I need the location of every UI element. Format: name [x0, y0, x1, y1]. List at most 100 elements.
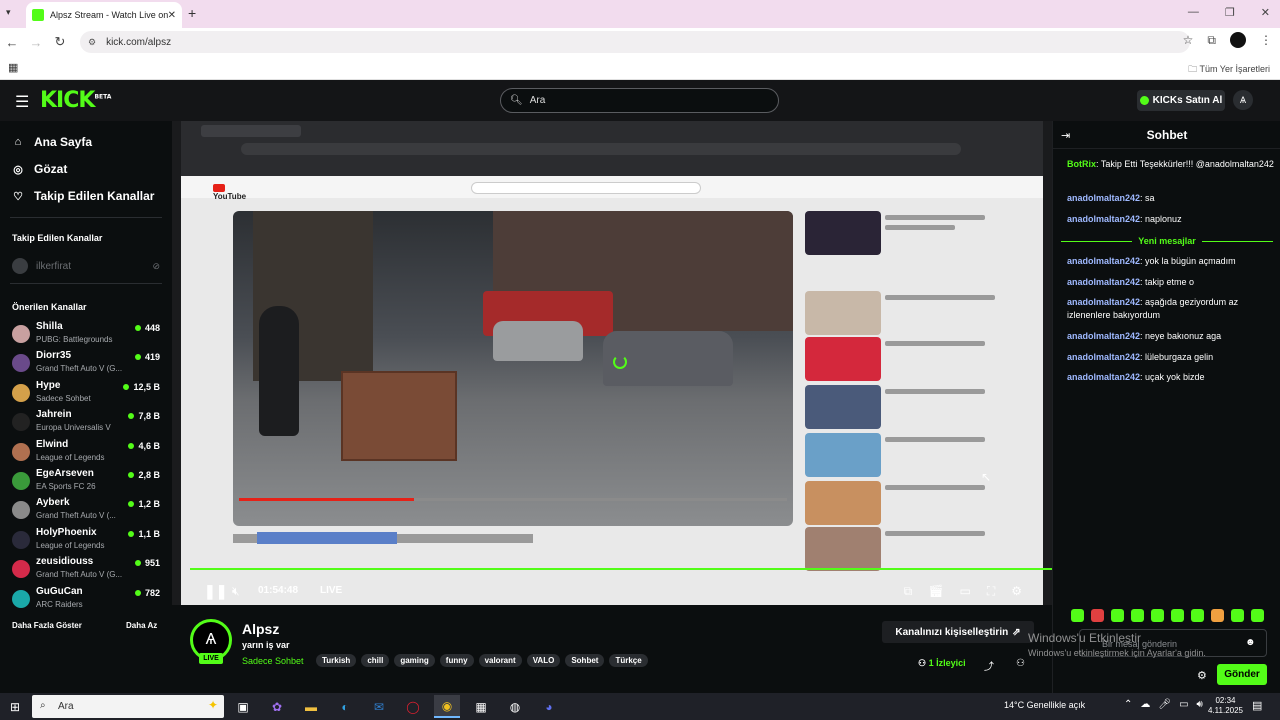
microphone-icon[interactable]: 🎤︎	[1158, 699, 1171, 710]
chat-settings-icon[interactable]: ⚙	[1197, 669, 1207, 682]
emote-icon[interactable]	[1251, 609, 1264, 622]
picture-in-picture-icon[interactable]: ⧉	[904, 584, 913, 599]
back-icon[interactable]: ←	[0, 35, 24, 50]
windows-start-icon[interactable]: ⊞	[10, 700, 20, 714]
stream-tag[interactable]: Sohbet	[565, 654, 605, 667]
emote-icon[interactable]	[1231, 609, 1244, 622]
send-button[interactable]: Gönder	[1217, 664, 1267, 685]
weather-widget[interactable]: 14°C Genellikle açık	[1004, 700, 1085, 710]
notification-icon[interactable]: ▤	[1252, 699, 1262, 712]
recommended-channel[interactable]: EgeArseven EA Sports FC 26 2,8 B	[12, 468, 160, 496]
chat-username[interactable]: BotRix	[1067, 159, 1096, 169]
emote-icon[interactable]	[1111, 609, 1124, 622]
user-avatar[interactable]: Ѧ	[1233, 90, 1253, 110]
discord-icon[interactable]: ◕	[536, 695, 562, 718]
obs-icon[interactable]: ◍	[502, 695, 528, 718]
emote-icon[interactable]	[1071, 609, 1084, 622]
channel-name[interactable]: Alpsz	[242, 621, 279, 637]
pause-icon[interactable]: ❚❚	[204, 583, 227, 600]
opera-icon[interactable]: ◯	[400, 695, 426, 718]
emote-icon[interactable]	[1191, 609, 1204, 622]
close-window-icon[interactable]: ✕	[1261, 6, 1270, 19]
extensions-icon[interactable]: ⧉	[1207, 33, 1216, 48]
emote-icon[interactable]	[1151, 609, 1164, 622]
cloud-icon[interactable]: ☁	[1140, 699, 1150, 710]
chrome-icon[interactable]: ◉	[434, 695, 460, 718]
new-tab-icon[interactable]: +	[188, 5, 196, 21]
nav-home[interactable]: ⌂ Ana Sayfa	[12, 135, 92, 149]
clip-icon[interactable]: 🎬︎	[928, 584, 943, 599]
copilot-icon[interactable]: ✿	[264, 695, 290, 718]
show-more-button[interactable]: Daha Fazla Göster	[12, 621, 82, 630]
stream-tag[interactable]: funny	[439, 654, 474, 667]
recommended-channel[interactable]: Elwind League of Legends 4,6 B	[12, 439, 160, 467]
taskbar-search[interactable]: ⌕ Ara ✦	[32, 695, 224, 718]
reload-icon[interactable]: ↻	[48, 34, 72, 50]
browser-tab[interactable]: Alpsz Stream - Watch Live on Ki ✕	[26, 2, 182, 28]
chat-username[interactable]: anadolmaltan242	[1067, 277, 1140, 287]
chat-username[interactable]: anadolmaltan242	[1067, 372, 1140, 382]
nav-browse[interactable]: ◎ Gözat	[12, 162, 67, 176]
network-icon[interactable]: ▭	[1179, 699, 1188, 710]
bookmark-star-icon[interactable]: ☆	[1183, 33, 1194, 47]
search-input[interactable]: 🔍︎ Ara	[500, 88, 779, 113]
chat-username[interactable]: anadolmaltan242	[1067, 331, 1140, 341]
emote-icon[interactable]	[1171, 609, 1184, 622]
emote-icon[interactable]	[1211, 609, 1224, 622]
chat-username[interactable]: anadolmaltan242	[1067, 214, 1140, 224]
theater-mode-icon[interactable]: ▭	[959, 584, 970, 599]
emote-icon[interactable]	[1091, 609, 1104, 622]
follow-user-icon[interactable]: ⚇	[1016, 658, 1025, 669]
store-icon[interactable]: ▦	[468, 695, 494, 718]
all-bookmarks-link[interactable]: 🗀 Tüm Yer İşaretleri	[1188, 62, 1270, 78]
recommended-channel[interactable]: HolyPhoenix League of Legends 1,1 B	[12, 527, 160, 555]
followed-channel[interactable]: ilkerfirat ⊘	[12, 258, 160, 274]
apps-grid-icon[interactable]: ▦	[8, 61, 18, 74]
stream-tag[interactable]: Türkçe	[609, 654, 648, 667]
chat-username[interactable]: anadolmaltan242	[1067, 352, 1140, 362]
kick-logo[interactable]: KICKBETA	[40, 88, 111, 113]
recommended-channel[interactable]: Diorr35 Grand Theft Auto V (G... 419	[12, 350, 160, 378]
recommended-channel[interactable]: Shilla PUBG: Battlegrounds 448	[12, 321, 160, 349]
menu-hamburger-icon[interactable]: ☰	[15, 92, 29, 112]
close-tab-icon[interactable]: ✕	[168, 10, 176, 21]
chat-username[interactable]: anadolmaltan242	[1067, 193, 1140, 203]
video-player[interactable]: YouTube	[172, 121, 1052, 605]
share-icon[interactable]: ⤴	[984, 658, 994, 673]
buy-kicks-button[interactable]: KICKs Satın Al	[1137, 90, 1225, 111]
forward-icon[interactable]: →	[24, 35, 48, 50]
mail-icon[interactable]: ✉	[366, 695, 392, 718]
recommended-channel[interactable]: Jahrein Europa Universalis V 7,8 B	[12, 409, 160, 437]
browser-menu-icon[interactable]: ⋮	[1260, 33, 1272, 47]
recommended-channel[interactable]: GuGuCan ARC Raiders 782	[12, 586, 160, 614]
taskbar-clock[interactable]: 02:34 4.11.2025	[1208, 696, 1243, 716]
tab-list-chevron-icon[interactable]: ▾	[6, 7, 11, 18]
site-info-icon[interactable]: ⚙	[88, 37, 96, 48]
emoji-picker-icon[interactable]: ☻	[1245, 637, 1256, 648]
customize-channel-button[interactable]: Kanalınızı kişiselleştirin ⇗	[882, 621, 1034, 643]
stream-tag[interactable]: gaming	[394, 654, 435, 667]
recommended-channel[interactable]: Hype Sadece Sohbet 12,5 B	[12, 380, 160, 408]
fullscreen-icon[interactable]: ⛶	[987, 584, 995, 599]
stream-tag[interactable]: Turkish	[316, 654, 357, 667]
tray-overflow-icon[interactable]: ⌃	[1124, 699, 1132, 710]
minimize-icon[interactable]: —	[1188, 6, 1199, 19]
recommended-channel[interactable]: zeusidiouss Grand Theft Auto V (G... 951	[12, 556, 160, 584]
emote-icon[interactable]	[1131, 609, 1144, 622]
muted-volume-icon[interactable]: 🔇︎	[232, 584, 240, 599]
restore-icon[interactable]: ❐	[1225, 6, 1235, 19]
stream-tag[interactable]: VALO	[526, 654, 561, 667]
recommended-channel[interactable]: Ayberk Grand Theft Auto V (... 1,2 B	[12, 497, 160, 525]
profile-avatar[interactable]	[1230, 32, 1246, 48]
settings-gear-icon[interactable]: ⚙	[1011, 584, 1022, 599]
url-field[interactable]: ⚙ kick.com/alpsz	[80, 31, 1190, 53]
show-less-button[interactable]: Daha Az	[126, 621, 157, 630]
nav-following[interactable]: ♡ Takip Edilen Kanallar	[12, 189, 154, 203]
chat-username[interactable]: anadolmaltan242	[1067, 297, 1140, 307]
task-view-icon[interactable]: ▣	[230, 695, 256, 718]
stream-tag[interactable]: chill	[361, 654, 390, 667]
stream-tag[interactable]: valorant	[478, 654, 522, 667]
stream-category[interactable]: Sadece Sohbet	[242, 656, 304, 666]
volume-icon[interactable]: 🔊︎	[1197, 699, 1203, 710]
chat-username[interactable]: anadolmaltan242	[1067, 256, 1140, 266]
